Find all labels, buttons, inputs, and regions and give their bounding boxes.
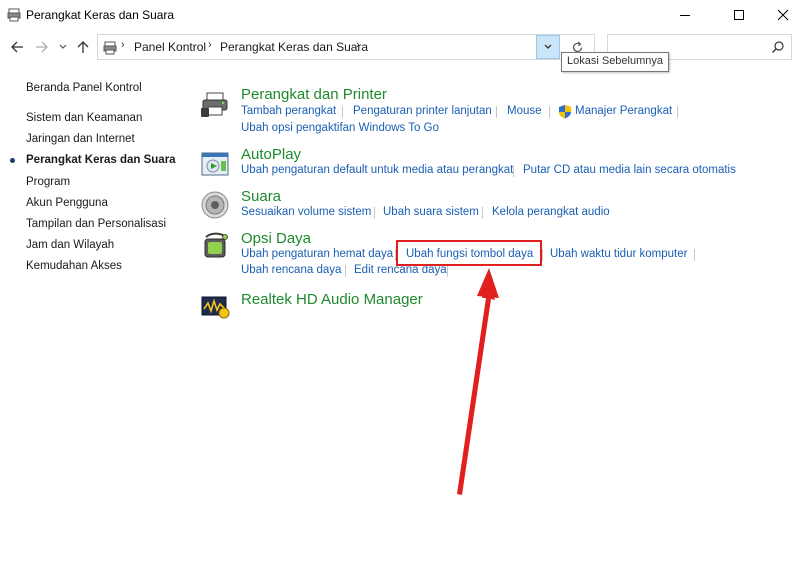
sidebar-item-clock-region[interactable]: Jam dan Wilayah	[26, 239, 114, 251]
link-mouse[interactable]: Mouse	[507, 105, 542, 117]
sidebar-item-network-internet[interactable]: Jaringan dan Internet	[26, 133, 135, 145]
link-separator	[549, 106, 550, 118]
shield-icon	[559, 105, 571, 119]
sidebar-item-appearance[interactable]: Tampilan dan Personalisasi	[26, 218, 166, 230]
section-title-power-options[interactable]: Opsi Daya	[241, 230, 311, 247]
breadcrumb-separator[interactable]: ›	[208, 39, 212, 51]
battery-icon[interactable]	[200, 231, 230, 261]
section-title-autoplay[interactable]: AutoPlay	[241, 146, 301, 163]
link-separator	[345, 265, 346, 277]
link-add-device[interactable]: Tambah perangkat	[241, 105, 336, 117]
breadcrumb-separator[interactable]: ›	[356, 39, 360, 51]
sidebar-item-programs[interactable]: Program	[26, 176, 70, 188]
link-autoplay-cd[interactable]: Putar CD atau media lain secara otomatis	[523, 164, 736, 176]
link-change-power-plan[interactable]: Ubah rencana daya	[241, 264, 341, 276]
link-separator	[342, 106, 343, 118]
maximize-icon	[734, 10, 744, 20]
link-change-system-sounds[interactable]: Ubah suara sistem	[383, 206, 479, 218]
link-advanced-printer-setup[interactable]: Pengaturan printer lanjutan	[353, 105, 492, 117]
tooltip: Lokasi Sebelumnya	[561, 52, 670, 72]
link-separator	[513, 165, 514, 177]
close-button[interactable]	[760, 0, 800, 30]
address-bar[interactable]: › Panel Kontrol › Perangkat Keras dan Su…	[97, 34, 595, 60]
control-panel-icon	[7, 8, 21, 22]
window-title: Perangkat Keras dan Suara	[26, 8, 175, 22]
link-adjust-volume[interactable]: Sesuaikan volume sistem	[241, 206, 371, 218]
link-separator	[482, 207, 483, 219]
breadcrumb-hardware-sound[interactable]: Perangkat Keras dan Suara	[220, 40, 368, 54]
title-bar: Perangkat Keras dan Suara	[0, 0, 800, 30]
link-separator	[374, 207, 375, 219]
sidebar-item-system-security[interactable]: Sistem dan Keamanan	[26, 112, 142, 124]
close-icon	[777, 9, 789, 21]
search-icon[interactable]	[771, 40, 785, 54]
chevron-down-icon	[59, 44, 67, 49]
breadcrumb-panel-kontrol[interactable]: Panel Kontrol	[134, 40, 206, 54]
previous-locations-button[interactable]	[536, 35, 560, 59]
link-separator	[677, 106, 678, 118]
link-change-power-saving[interactable]: Ubah pengaturan hemat daya	[241, 248, 393, 260]
annotation-arrow-icon	[457, 268, 499, 495]
realtek-audio-icon[interactable]	[200, 291, 230, 321]
link-separator	[496, 106, 497, 118]
up-button[interactable]	[74, 38, 92, 56]
sidebar-item-user-accounts[interactable]: Akun Pengguna	[26, 197, 108, 209]
sidebar-item-home[interactable]: Beranda Panel Kontrol	[26, 82, 142, 94]
link-windows-to-go[interactable]: Ubah opsi pengaktifan Windows To Go	[241, 122, 439, 134]
minimize-button[interactable]	[662, 0, 708, 30]
section-title-devices-printers[interactable]: Perangkat dan Printer	[241, 86, 387, 103]
link-manage-audio-devices[interactable]: Kelola perangkat audio	[492, 206, 610, 218]
arrow-right-icon	[36, 41, 48, 53]
arrow-left-icon	[11, 41, 23, 53]
control-panel-icon	[103, 41, 117, 55]
link-separator	[542, 249, 543, 261]
recent-locations-button[interactable]	[57, 38, 69, 56]
navigation-bar: › Panel Kontrol › Perangkat Keras dan Su…	[0, 30, 800, 64]
link-change-sleep-time[interactable]: Ubah waktu tidur komputer	[550, 248, 687, 260]
arrow-up-icon	[77, 41, 89, 53]
speaker-icon[interactable]	[200, 190, 230, 220]
link-change-default-media[interactable]: Ubah pengaturan default untuk media atau…	[241, 164, 513, 176]
breadcrumb-separator[interactable]: ›	[121, 39, 125, 51]
back-button[interactable]	[8, 38, 26, 56]
section-title-realtek[interactable]: Realtek HD Audio Manager	[241, 291, 423, 308]
maximize-button[interactable]	[716, 0, 762, 30]
forward-button[interactable]	[33, 38, 51, 56]
sidebar-item-hardware-sound[interactable]: Perangkat Keras dan Suara	[26, 154, 176, 166]
chevron-down-icon	[544, 44, 552, 49]
link-device-manager[interactable]: Manajer Perangkat	[575, 105, 672, 117]
minimize-icon	[680, 15, 690, 16]
printer-icon[interactable]	[200, 90, 230, 120]
section-title-sound[interactable]: Suara	[241, 188, 281, 205]
autoplay-icon[interactable]	[200, 149, 230, 179]
link-separator	[694, 249, 695, 261]
sidebar-item-ease-of-access[interactable]: Kemudahan Akses	[26, 260, 122, 272]
current-item-bullet	[10, 158, 15, 163]
